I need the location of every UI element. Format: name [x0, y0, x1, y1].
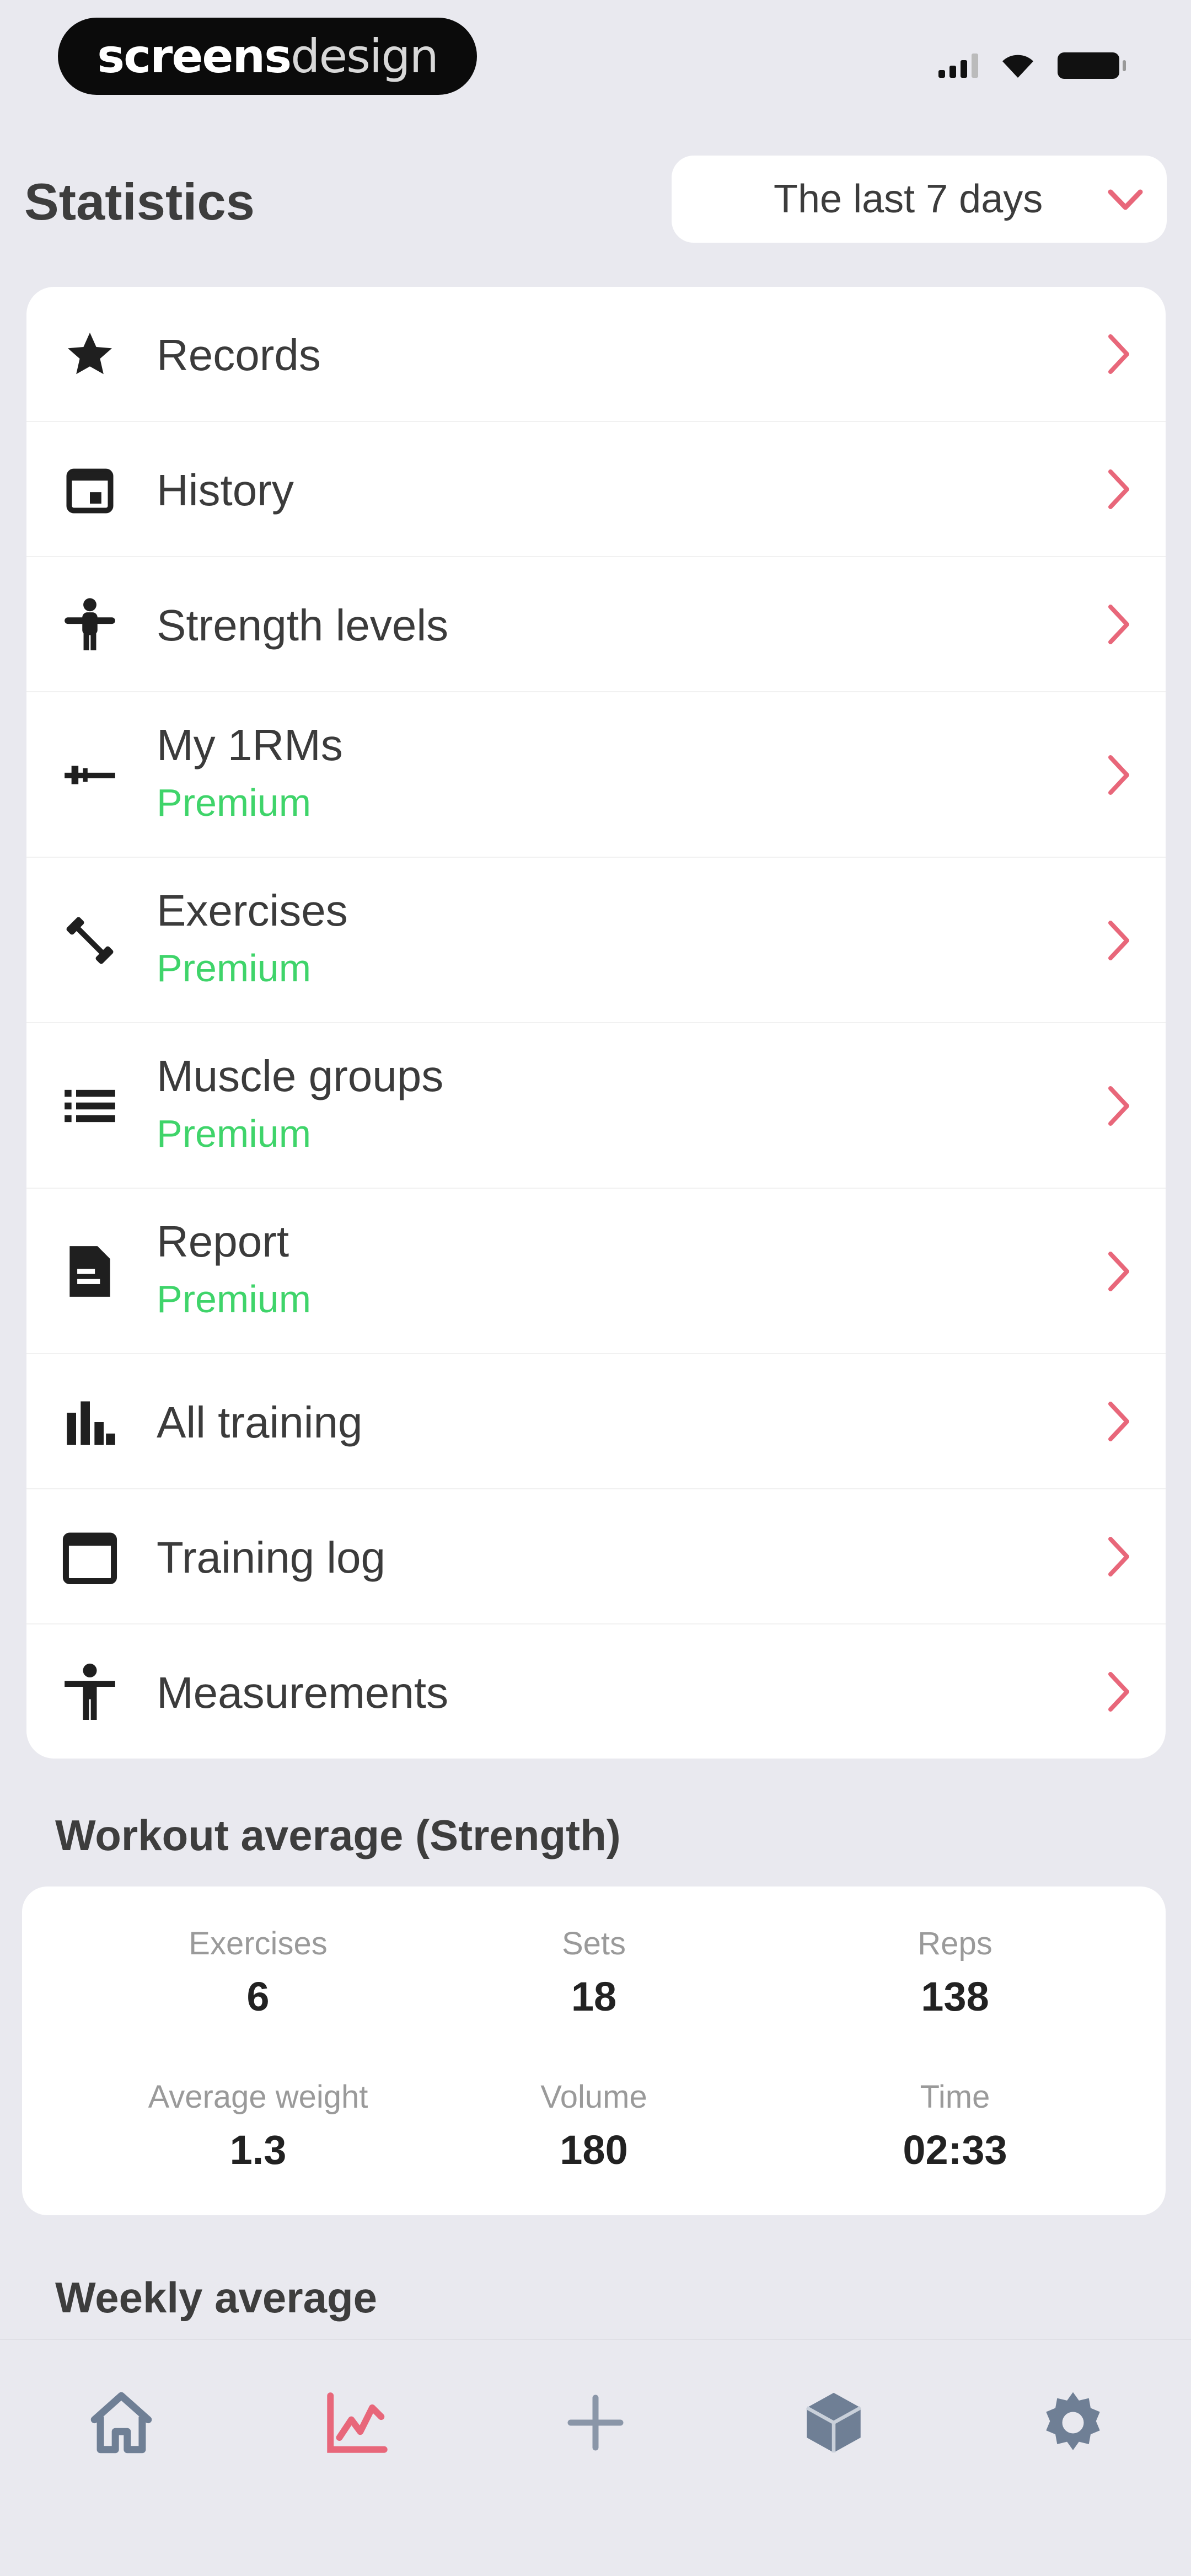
- calendar-icon: [60, 1527, 120, 1588]
- workout-average-card: Exercises 6 Sets 18 Reps 138 Average wei…: [22, 1886, 1166, 2215]
- stat-time: Time 02:33: [790, 2078, 1120, 2173]
- chevron-right-icon: [1108, 1086, 1129, 1126]
- menu-item-report[interactable]: Report Premium: [26, 1189, 1166, 1354]
- brand-logo: screens design: [58, 18, 477, 95]
- menu-item-label: Records: [157, 330, 321, 380]
- brand-text-part1: screens: [97, 29, 292, 83]
- bottom-tab-bar: [0, 2339, 1191, 2576]
- menu-item-all-training[interactable]: All training: [26, 1354, 1166, 1489]
- chevron-right-icon: [1108, 1252, 1129, 1291]
- chevron-down-icon: [1108, 189, 1143, 210]
- body-icon: [60, 1662, 120, 1723]
- bar-chart-icon: [60, 1392, 120, 1452]
- stat-label: Average weight: [148, 2079, 368, 2115]
- premium-badge: Premium: [157, 947, 312, 990]
- stat-exercises: Exercises 6: [93, 1925, 423, 2020]
- tab-home[interactable]: [77, 2379, 165, 2467]
- status-bar: screens design: [0, 0, 1191, 121]
- menu-item-label: Muscle groups: [157, 1051, 444, 1100]
- tab-settings[interactable]: [1029, 2379, 1117, 2467]
- page-title: Statistics: [24, 173, 255, 231]
- home-icon: [90, 2392, 152, 2454]
- stat-label: Sets: [561, 1926, 626, 1962]
- chevron-right-icon: [1108, 1402, 1129, 1441]
- stat-label: Reps: [918, 1926, 993, 1962]
- menu-item-label: Strength levels: [157, 601, 449, 650]
- menu-item-history[interactable]: History: [26, 422, 1166, 557]
- signal-icon: [938, 54, 978, 78]
- calendar-day-icon: [60, 459, 120, 520]
- stat-reps: Reps 138: [790, 1925, 1120, 2020]
- chevron-right-icon: [1108, 469, 1129, 509]
- tab-statistics[interactable]: [313, 2379, 401, 2467]
- document-icon: [60, 1241, 120, 1302]
- premium-badge: Premium: [157, 781, 312, 824]
- stat-label: Exercises: [189, 1926, 328, 1962]
- weekly-average-title: Weekly average: [55, 2273, 377, 2322]
- menu-item-my-1rms[interactable]: My 1RMs Premium: [26, 692, 1166, 858]
- plus-icon: [567, 2395, 624, 2451]
- battery-icon: [1058, 52, 1126, 79]
- dumbbell-icon: [60, 910, 120, 971]
- workout-average-title: Workout average (Strength): [55, 1811, 621, 1859]
- stat-label: Volume: [540, 2079, 647, 2115]
- star-icon: [60, 324, 120, 385]
- chevron-right-icon: [1108, 334, 1129, 374]
- premium-badge: Premium: [157, 1278, 312, 1321]
- menu-item-label: Training log: [157, 1533, 386, 1582]
- menu-item-label: All training: [157, 1398, 363, 1447]
- chevron-right-icon: [1108, 921, 1129, 960]
- barbell-icon: [60, 745, 120, 805]
- stat-average-weight: Average weight 1.3: [93, 2078, 423, 2173]
- date-range-value: The last 7 days: [774, 177, 1043, 221]
- stat-value: 180: [560, 2127, 628, 2173]
- tab-workouts[interactable]: [790, 2379, 878, 2467]
- stat-volume: Volume 180: [428, 2078, 759, 2173]
- brand-text-part2: design: [291, 29, 439, 83]
- stat-label: Time: [920, 2079, 990, 2115]
- statistics-menu: Records History Strength levels My 1RMs …: [26, 287, 1166, 1759]
- chart-icon: [327, 2392, 388, 2453]
- stat-value: 18: [571, 1974, 617, 2019]
- menu-item-label: My 1RMs: [157, 720, 343, 769]
- strength-figure-icon: [60, 595, 120, 655]
- chevron-right-icon: [1108, 1672, 1129, 1712]
- tab-add[interactable]: [551, 2379, 640, 2467]
- chevron-right-icon: [1108, 605, 1129, 644]
- chevron-right-icon: [1108, 755, 1129, 795]
- wifi-icon: [1002, 55, 1033, 78]
- premium-badge: Premium: [157, 1112, 312, 1155]
- menu-item-records[interactable]: Records: [26, 287, 1166, 422]
- gear-icon: [1046, 2392, 1100, 2450]
- page-header: Statistics The last 7 days: [0, 149, 1191, 243]
- system-icons: [938, 52, 1126, 79]
- menu-item-label: Report: [157, 1217, 289, 1266]
- date-range-select[interactable]: The last 7 days: [672, 156, 1167, 243]
- menu-item-label: Exercises: [157, 886, 348, 935]
- menu-item-muscle-groups[interactable]: Muscle groups Premium: [26, 1023, 1166, 1189]
- menu-item-label: History: [157, 466, 294, 515]
- menu-item-measurements[interactable]: Measurements: [26, 1624, 1166, 1759]
- menu-item-exercises[interactable]: Exercises Premium: [26, 858, 1166, 1023]
- list-icon: [60, 1076, 120, 1136]
- menu-item-strength-levels[interactable]: Strength levels: [26, 557, 1166, 692]
- stat-value: 138: [921, 1974, 989, 2019]
- menu-item-training-log[interactable]: Training log: [26, 1489, 1166, 1624]
- stat-value: 02:33: [903, 2127, 1007, 2173]
- stat-value: 1.3: [229, 2127, 287, 2173]
- stat-value: 6: [246, 1974, 270, 2019]
- stat-sets: Sets 18: [428, 1925, 759, 2020]
- chevron-right-icon: [1108, 1537, 1129, 1576]
- menu-item-label: Measurements: [157, 1668, 449, 1717]
- cube-icon: [806, 2392, 862, 2453]
